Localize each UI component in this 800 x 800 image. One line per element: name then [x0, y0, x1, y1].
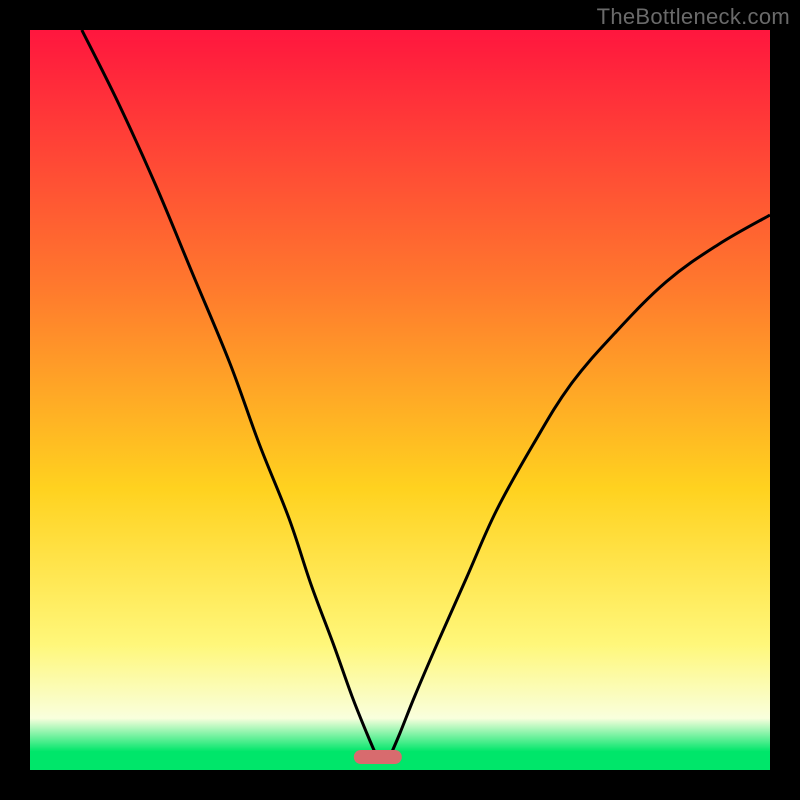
gradient-background: [30, 30, 770, 770]
chart-svg: [30, 30, 770, 770]
attribution-text: TheBottleneck.com: [597, 4, 790, 30]
chart-plot-area: [30, 30, 770, 770]
minimum-marker: [354, 750, 402, 764]
